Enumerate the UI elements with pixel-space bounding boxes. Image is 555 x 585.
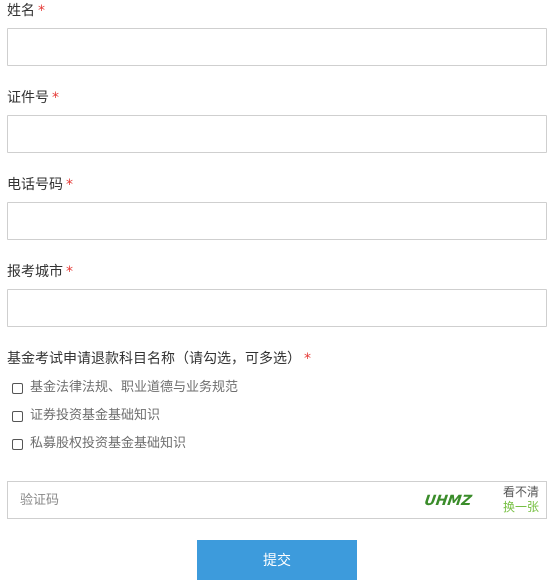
captcha-refresh-line1: 看不清: [502, 485, 539, 499]
captcha-refresh-link[interactable]: 看不清 换一张: [497, 485, 545, 515]
name-label-text: 姓名: [7, 3, 35, 19]
refund-subjects-label-text: 基金考试申请退款科目名称（请勾选，可多选）: [7, 351, 301, 367]
subject-option-label: 证券投资基金基础知识: [30, 408, 161, 423]
id-number-label: 证件号 *: [7, 89, 59, 107]
subject-option-label: 私募股权投资基金基础知识: [30, 436, 187, 451]
phone-label-text: 电话号码: [7, 177, 63, 193]
captcha-image[interactable]: UHMZ: [419, 490, 476, 512]
name-input[interactable]: [7, 28, 547, 66]
subject-option-securities-fund[interactable]: 证券投资基金基础知识: [12, 407, 160, 425]
phone-label: 电话号码 *: [7, 176, 73, 194]
phone-input[interactable]: [7, 202, 547, 240]
required-asterisk: *: [304, 351, 311, 367]
refund-subjects-label: 基金考试申请退款科目名称（请勾选，可多选） *: [7, 350, 311, 368]
id-number-input[interactable]: [7, 115, 547, 153]
captcha-refresh-line2[interactable]: 换一张: [497, 500, 545, 515]
exam-city-label-text: 报考城市: [7, 264, 63, 280]
id-number-label-text: 证件号: [7, 90, 49, 106]
required-asterisk: *: [66, 264, 73, 280]
checkbox[interactable]: [12, 382, 23, 394]
subject-option-label: 基金法律法规、职业道德与业务规范: [30, 380, 239, 395]
submit-button[interactable]: 提交: [197, 540, 357, 580]
exam-city-label: 报考城市 *: [7, 263, 73, 281]
subject-option-private-equity[interactable]: 私募股权投资基金基础知识: [12, 435, 186, 453]
name-label: 姓名 *: [7, 2, 45, 20]
checkbox[interactable]: [12, 410, 23, 422]
required-asterisk: *: [66, 177, 73, 193]
exam-city-input[interactable]: [7, 289, 547, 327]
required-asterisk: *: [52, 90, 59, 106]
required-asterisk: *: [38, 3, 45, 19]
checkbox[interactable]: [12, 438, 23, 450]
subject-option-laws[interactable]: 基金法律法规、职业道德与业务规范: [12, 379, 238, 397]
captcha-field: UHMZ 看不清 换一张: [7, 481, 547, 519]
captcha-input[interactable]: [8, 482, 408, 518]
